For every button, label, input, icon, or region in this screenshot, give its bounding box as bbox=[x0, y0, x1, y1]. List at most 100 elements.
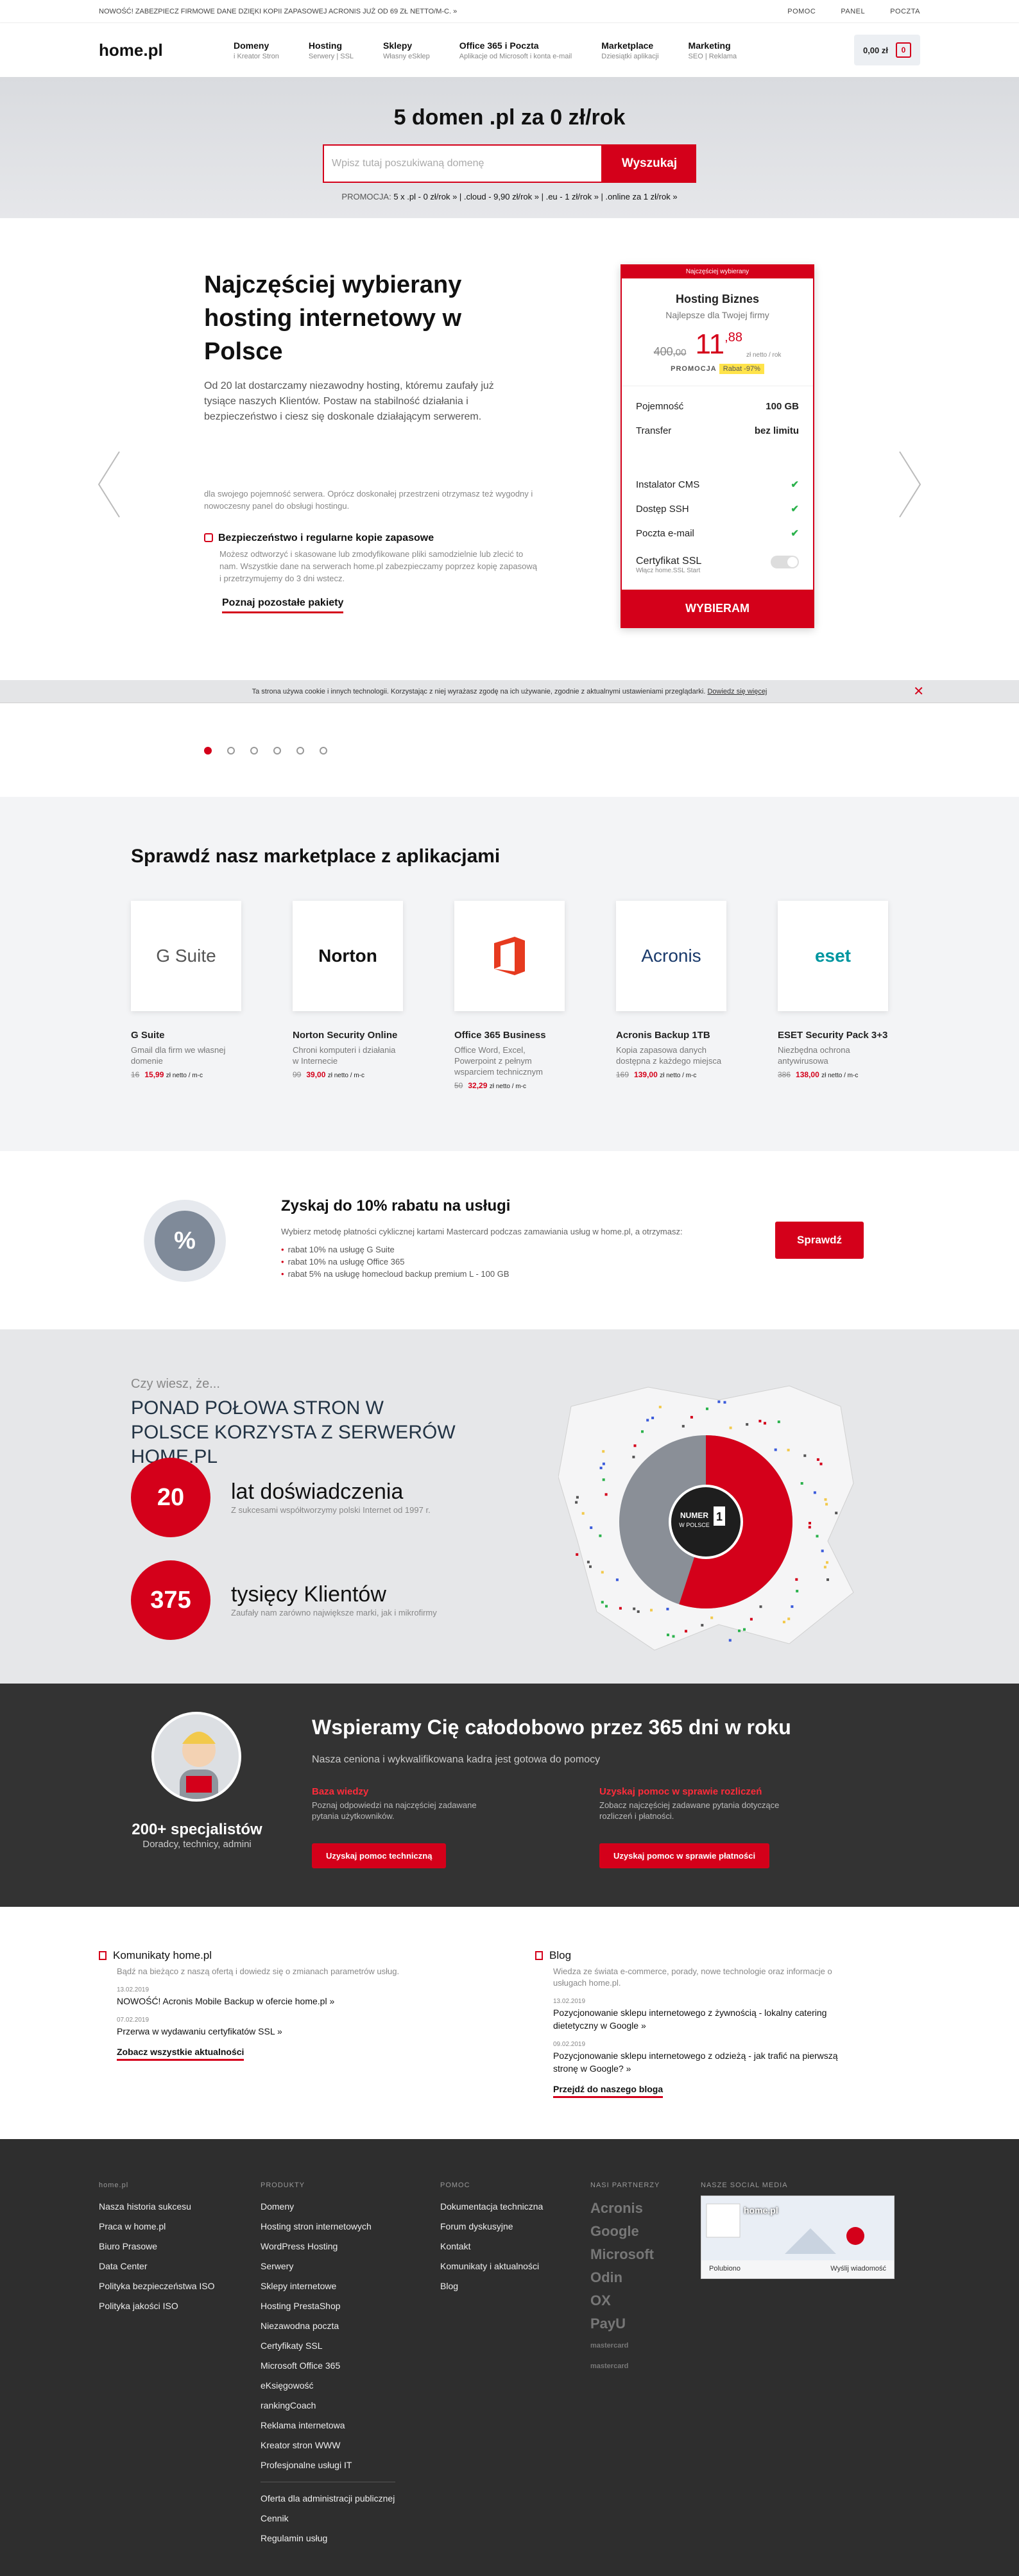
fb-message-button[interactable]: Wyślij wiadomość bbox=[830, 2265, 886, 2273]
mail-link[interactable]: POCZTA bbox=[890, 8, 920, 15]
all-news-link[interactable]: Zobacz wszystkie aktualności bbox=[117, 2047, 244, 2061]
search-button[interactable]: Wyszukaj bbox=[603, 144, 696, 183]
next-arrow-icon[interactable] bbox=[897, 449, 923, 520]
footer-link[interactable]: rankingCoach bbox=[261, 2396, 395, 2416]
eset-logo-icon[interactable]: eset bbox=[778, 901, 888, 1011]
office-logo-icon[interactable] bbox=[454, 901, 565, 1011]
footer-link[interactable]: Forum dyskusyjne bbox=[440, 2217, 543, 2237]
logo[interactable]: home.pl bbox=[99, 40, 234, 60]
nav-hosting[interactable]: Hosting Serwery | SSL bbox=[309, 40, 354, 60]
footer-link[interactable]: Komunikaty i aktualności bbox=[440, 2256, 543, 2276]
app-name[interactable]: Norton Security Online bbox=[293, 1029, 403, 1042]
panel-link[interactable]: PANEL bbox=[841, 8, 865, 15]
facebook-widget[interactable]: home.pl Polubiono Wyślij wiadomość bbox=[701, 2196, 895, 2279]
footer-link[interactable]: Kontakt bbox=[440, 2237, 543, 2256]
app-card[interactable]: Office 365 Business Office Word, Excel, … bbox=[454, 901, 565, 1090]
app-name[interactable]: ESET Security Pack 3+3 bbox=[778, 1029, 888, 1042]
nav-title[interactable]: Hosting bbox=[309, 40, 354, 51]
app-name[interactable]: G Suite bbox=[131, 1029, 241, 1042]
cart-button[interactable]: 0,00 zł 0 bbox=[853, 35, 920, 65]
confetti-piece bbox=[800, 1482, 803, 1485]
news-link[interactable]: NOWOŚĆ! Acronis Mobile Backup w ofercie … bbox=[117, 1995, 432, 2008]
blog-link[interactable]: Pozycjonowanie sklepu internetowego z od… bbox=[553, 2049, 855, 2075]
footer-link[interactable]: Oferta dla administracji publicznej bbox=[261, 2489, 395, 2509]
app-card[interactable]: Acronis Acronis Backup 1TB Kopia zapasow… bbox=[616, 901, 726, 1090]
nav-title[interactable]: Domeny bbox=[234, 40, 279, 51]
app-card[interactable]: eset ESET Security Pack 3+3 Niezbędna oc… bbox=[778, 901, 888, 1090]
col-title[interactable]: Baza wiedzy bbox=[312, 1786, 517, 1797]
cookie-more-link[interactable]: Dowiedz się więcej bbox=[707, 688, 767, 695]
acronis-logo-icon[interactable]: Acronis bbox=[616, 901, 726, 1011]
footer-link[interactable]: Profesjonalne usługi IT bbox=[261, 2455, 395, 2475]
footer-link[interactable]: Hosting stron internetowych bbox=[261, 2217, 395, 2237]
fb-like-button[interactable]: Polubiono bbox=[709, 2265, 741, 2273]
tech-help-button[interactable]: Uzyskaj pomoc techniczną bbox=[312, 1843, 447, 1868]
footer-link[interactable]: Serwery bbox=[261, 2256, 395, 2276]
app-name[interactable]: Acronis Backup 1TB bbox=[616, 1029, 726, 1042]
footer-link[interactable]: Reklama internetowa bbox=[261, 2416, 395, 2435]
col-title[interactable]: Uzyskaj pomoc w sprawie rozliczeń bbox=[599, 1786, 805, 1797]
promo-links[interactable]: 5 x .pl - 0 zł/rok » | .cloud - 9,90 zł/… bbox=[393, 192, 677, 201]
nav-marketing[interactable]: Marketing SEO | Reklama bbox=[689, 40, 737, 60]
footer-link[interactable]: Cennik bbox=[261, 2509, 395, 2529]
fb-page-name[interactable]: home.pl bbox=[744, 2205, 778, 2215]
prev-arrow-icon[interactable] bbox=[96, 449, 122, 520]
logo-text[interactable]: home.pl bbox=[99, 40, 163, 60]
blog-link[interactable]: Pozycjonowanie sklepu internetowego z ży… bbox=[553, 2006, 855, 2032]
slider-dot[interactable] bbox=[296, 747, 304, 755]
more-packages-link[interactable]: Poznaj pozostałe pakiety bbox=[222, 597, 344, 613]
footer-link[interactable]: Biuro Prasowe bbox=[99, 2237, 215, 2256]
close-icon[interactable]: ✕ bbox=[913, 680, 924, 703]
promo-notice-link[interactable]: NOWOŚĆ! ZABEZPIECZ FIRMOWE DANE DZIĘKI K… bbox=[99, 8, 457, 15]
app-name[interactable]: Office 365 Business bbox=[454, 1029, 565, 1042]
nav-office365[interactable]: Office 365 i Poczta Aplikacje od Microsof… bbox=[459, 40, 572, 60]
norton-logo-icon[interactable]: Norton bbox=[293, 901, 403, 1011]
blog-more-link[interactable]: Przejdź do naszego bloga bbox=[553, 2084, 664, 2098]
discount-item: rabat 5% na usługę homecloud backup prem… bbox=[281, 1268, 510, 1280]
main-nav: Domeny i Kreator Stron Hosting Serwery | S… bbox=[234, 40, 854, 60]
footer-link[interactable]: Certyfikaty SSL bbox=[261, 2336, 395, 2356]
confetti-piece bbox=[774, 1448, 777, 1451]
nav-marketplace[interactable]: Marketplace Dziesiątki aplikacji bbox=[601, 40, 658, 60]
footer-link[interactable]: Polityka jakości ISO bbox=[99, 2296, 215, 2316]
confetti-piece bbox=[728, 1639, 732, 1642]
nav-title[interactable]: Marketplace bbox=[601, 40, 658, 51]
slider-dot[interactable] bbox=[204, 747, 212, 755]
confetti-piece bbox=[651, 1417, 655, 1419]
footer-link[interactable]: Hosting PrestaShop bbox=[261, 2296, 395, 2316]
gsuite-logo-icon[interactable]: G Suite bbox=[131, 901, 241, 1011]
footer-link[interactable]: Domeny bbox=[261, 2197, 395, 2217]
footer-link[interactable]: Niezawodna poczta bbox=[261, 2316, 395, 2336]
footer-link[interactable]: eKsięgowość bbox=[261, 2376, 395, 2396]
footer-link[interactable]: WordPress Hosting bbox=[261, 2237, 395, 2256]
footer-link[interactable]: Sklepy internetowe bbox=[261, 2276, 395, 2296]
nav-shops[interactable]: Sklepy Własny eSklep bbox=[383, 40, 430, 60]
footer-link[interactable]: Microsoft Office 365 bbox=[261, 2356, 395, 2376]
footer-link[interactable]: Nasza historia sukcesu bbox=[99, 2197, 215, 2217]
footer-link[interactable]: Data Center bbox=[99, 2256, 215, 2276]
news-link[interactable]: Przerwa w wydawaniu certyfikatów SSL » bbox=[117, 2025, 432, 2038]
check-button[interactable]: Sprawdź bbox=[775, 1222, 864, 1259]
nav-domains[interactable]: Domeny i Kreator Stron bbox=[234, 40, 279, 60]
nav-title[interactable]: Marketing bbox=[689, 40, 737, 51]
slider-dot[interactable] bbox=[320, 747, 327, 755]
footer-link[interactable]: Dokumentacja techniczna bbox=[440, 2197, 543, 2217]
footer-link[interactable]: Blog bbox=[440, 2276, 543, 2296]
billing-help-button[interactable]: Uzyskaj pomoc w sprawie płatności bbox=[599, 1843, 770, 1868]
footer-link[interactable]: Kreator stron WWW bbox=[261, 2435, 395, 2455]
slider-dot[interactable] bbox=[227, 747, 235, 755]
footer-link[interactable]: Polityka bezpieczeństwa ISO bbox=[99, 2276, 215, 2296]
domain-search-input[interactable]: Wpisz tutaj poszukiwaną domenę bbox=[323, 144, 603, 183]
app-card[interactable]: G Suite G Suite Gmail dla firm we własne… bbox=[131, 901, 241, 1090]
nav-title[interactable]: Office 365 i Poczta bbox=[459, 40, 572, 51]
slider-dot[interactable] bbox=[273, 747, 281, 755]
choose-plan-button[interactable]: WYBIERAM bbox=[622, 590, 813, 627]
app-card[interactable]: Norton Norton Security Online Chroni kom… bbox=[293, 901, 403, 1090]
nav-title[interactable]: Sklepy bbox=[383, 40, 430, 51]
slider-dot[interactable] bbox=[250, 747, 258, 755]
discount-lead: Wybierz metodę płatności cyklicznej kart… bbox=[281, 1227, 683, 1236]
help-link[interactable]: POMOC bbox=[787, 8, 816, 15]
footer-link[interactable]: Praca w home.pl bbox=[99, 2217, 215, 2237]
footer-link[interactable]: Regulamin usług bbox=[261, 2529, 395, 2548]
ssl-toggle[interactable] bbox=[771, 556, 799, 568]
